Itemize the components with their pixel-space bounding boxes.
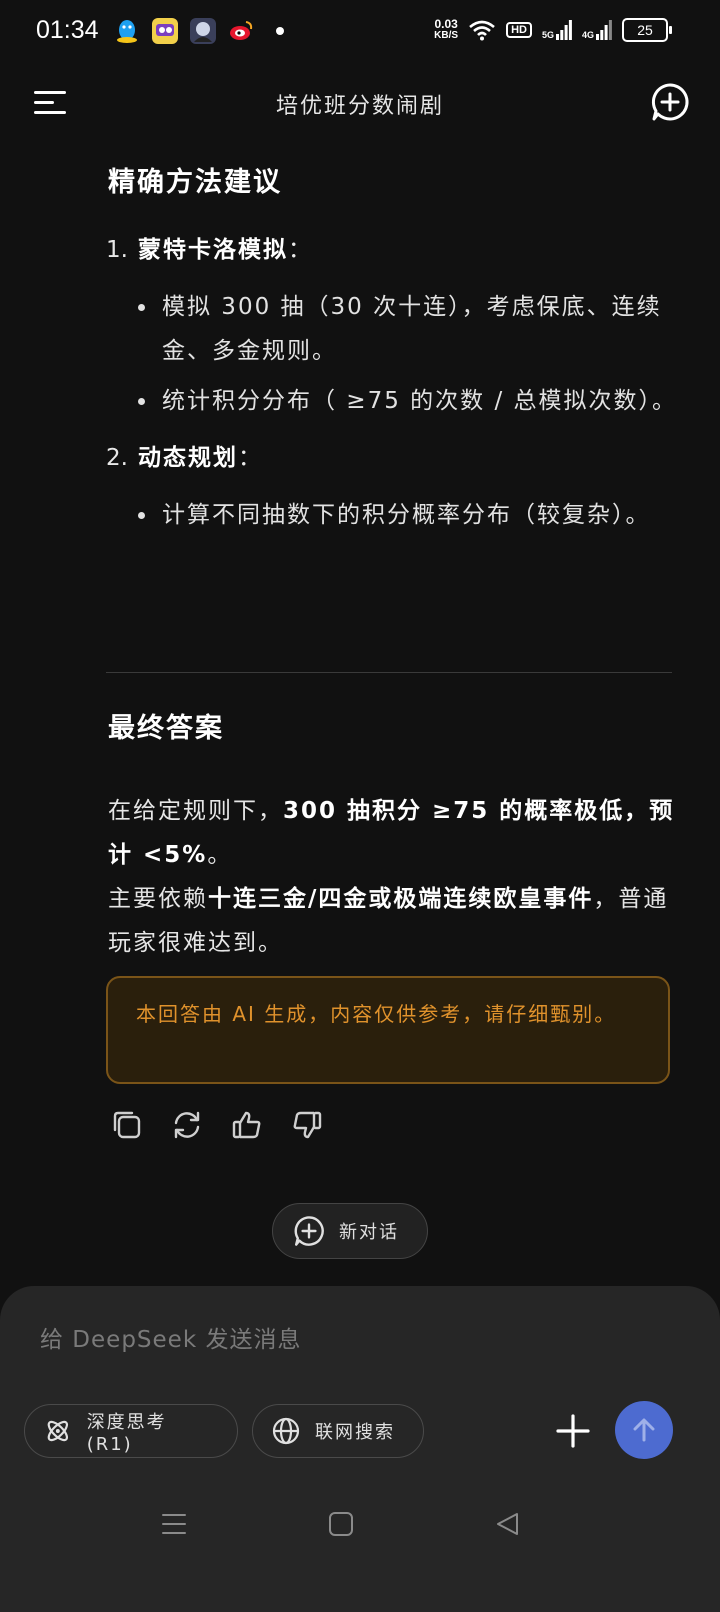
signal-5g: 5G xyxy=(542,20,572,40)
text-run: 主要依赖 xyxy=(108,886,208,912)
notification-icons xyxy=(114,18,284,44)
bullet-item: 计算不同抽数下的积分概率分布（较复杂）。 xyxy=(136,493,678,537)
deep-think-label: 深度思考 (R1) xyxy=(86,1411,167,1455)
app-header: 培优班分数闹剧 xyxy=(0,64,720,140)
signal-4g-label: 4G xyxy=(581,30,594,40)
message-actions xyxy=(110,1108,324,1142)
web-search-toggle[interactable]: 联网搜索 xyxy=(252,1404,424,1458)
net-speed-unit: KB/S xyxy=(434,30,459,41)
list-item-title: 蒙特卡洛模拟 xyxy=(138,237,288,263)
battery-indicator: 25 xyxy=(622,18,672,42)
hd-badge: HD xyxy=(506,22,532,38)
signal-4g: 4G xyxy=(582,20,612,40)
weibo-icon xyxy=(228,18,254,44)
more-notifications-dot xyxy=(276,27,284,35)
status-time: 01:34 xyxy=(36,16,99,44)
plus-icon xyxy=(556,1414,590,1448)
net-speed: 0.03 KB/S xyxy=(434,18,458,42)
list-item: 1. 蒙特卡洛模拟： xyxy=(106,233,678,267)
net-speed-value: 0.03 xyxy=(434,17,458,31)
copy-icon xyxy=(113,1111,141,1139)
composer-panel: 给 DeepSeek 发送消息 深度思考 (R1) 联网搜索 xyxy=(0,1286,720,1612)
send-button[interactable] xyxy=(615,1401,673,1459)
globe-icon xyxy=(272,1417,300,1445)
ai-disclaimer: 本回答由 AI 生成，内容仅供参考，请仔细甄别。 xyxy=(106,976,670,1084)
status-bar: 01:34 0.03 KB/S HD 5G 4G 25 xyxy=(0,0,720,64)
new-chat-pill-button[interactable]: 新对话 xyxy=(272,1203,428,1259)
list-item-colon: ： xyxy=(288,237,311,263)
attach-button[interactable] xyxy=(556,1414,590,1448)
divider xyxy=(106,672,672,673)
list-number: 2. xyxy=(106,445,128,471)
anime-app-icon xyxy=(190,18,216,44)
bullet-list: 计算不同抽数下的积分概率分布（较复杂）。 xyxy=(136,493,678,537)
web-search-label: 联网搜索 xyxy=(315,1422,395,1443)
atom-icon xyxy=(47,1420,69,1442)
bullet-item: 模拟 300 抽（30 次十连），考虑保底、连续金、多金规则。 xyxy=(136,285,678,373)
qq-icon xyxy=(114,18,140,44)
chat-plus-icon xyxy=(651,83,689,121)
home-button[interactable] xyxy=(327,1510,355,1538)
dislike-button[interactable] xyxy=(290,1108,324,1142)
new-chat-button[interactable] xyxy=(650,82,690,122)
signal-bars-icon xyxy=(596,20,612,40)
back-triangle-icon xyxy=(497,1513,518,1535)
signal-bars-icon xyxy=(555,20,572,40)
system-navigation-bar xyxy=(0,1492,720,1562)
deep-think-toggle[interactable]: 深度思考 (R1) xyxy=(24,1404,238,1458)
copy-button[interactable] xyxy=(110,1108,144,1142)
new-chat-label: 新对话 xyxy=(339,1222,399,1243)
text-run: 在给定规则下， xyxy=(108,798,283,824)
thumbs-up-icon xyxy=(232,1111,261,1139)
list-item-title: 动态规划 xyxy=(138,445,238,471)
chat-plus-icon xyxy=(294,1216,324,1246)
final-answer-section: 最终答案 在给定规则下，300 抽积分 ≥75 的概率极低，预计 <5%。 主要… xyxy=(108,706,678,965)
home-square-icon xyxy=(329,1512,353,1536)
arrow-up-icon xyxy=(633,1418,655,1442)
status-right: 0.03 KB/S HD 5G 4G 25 xyxy=(434,18,672,42)
list-item-colon: ： xyxy=(238,445,261,471)
signal-5g-label: 5G xyxy=(541,30,554,40)
list-number: 1. xyxy=(106,237,128,263)
bullet-item: 统计积分分布（ ≥75 的次数 / 总模拟次数）。 xyxy=(136,379,678,423)
recent-apps-button[interactable] xyxy=(160,1510,188,1538)
ordered-list: 1. 蒙特卡洛模拟： 模拟 300 抽（30 次十连），考虑保底、连续金、多金规… xyxy=(106,233,678,537)
wifi-icon xyxy=(469,20,495,41)
like-button[interactable] xyxy=(230,1108,264,1142)
bullet-list: 模拟 300 抽（30 次十连），考虑保底、连续金、多金规则。 统计积分分布（ … xyxy=(136,285,678,423)
answer-content: 精确方法建议 1. 蒙特卡洛模拟： 模拟 300 抽（30 次十连），考虑保底、… xyxy=(106,160,678,555)
message-input[interactable]: 给 DeepSeek 发送消息 xyxy=(40,1320,301,1354)
regenerate-button[interactable] xyxy=(170,1108,204,1142)
thumbs-down-icon xyxy=(293,1111,322,1139)
section-heading: 最终答案 xyxy=(108,713,224,744)
answer-paragraph: 在给定规则下，300 抽积分 ≥75 的概率极低，预计 <5%。 主要依赖十连三… xyxy=(108,789,678,965)
game-app-icon xyxy=(152,18,178,44)
section-heading: 精确方法建议 xyxy=(108,167,282,198)
text-run: 。 xyxy=(207,842,233,868)
list-item: 2. 动态规划： xyxy=(106,441,678,475)
bold-text: 十连三金/四金或极端连续欧皇事件 xyxy=(208,886,594,912)
chat-title[interactable]: 培优班分数闹剧 xyxy=(0,88,720,120)
recents-icon xyxy=(162,1514,186,1534)
refresh-icon xyxy=(174,1111,200,1139)
back-button[interactable] xyxy=(494,1510,522,1538)
